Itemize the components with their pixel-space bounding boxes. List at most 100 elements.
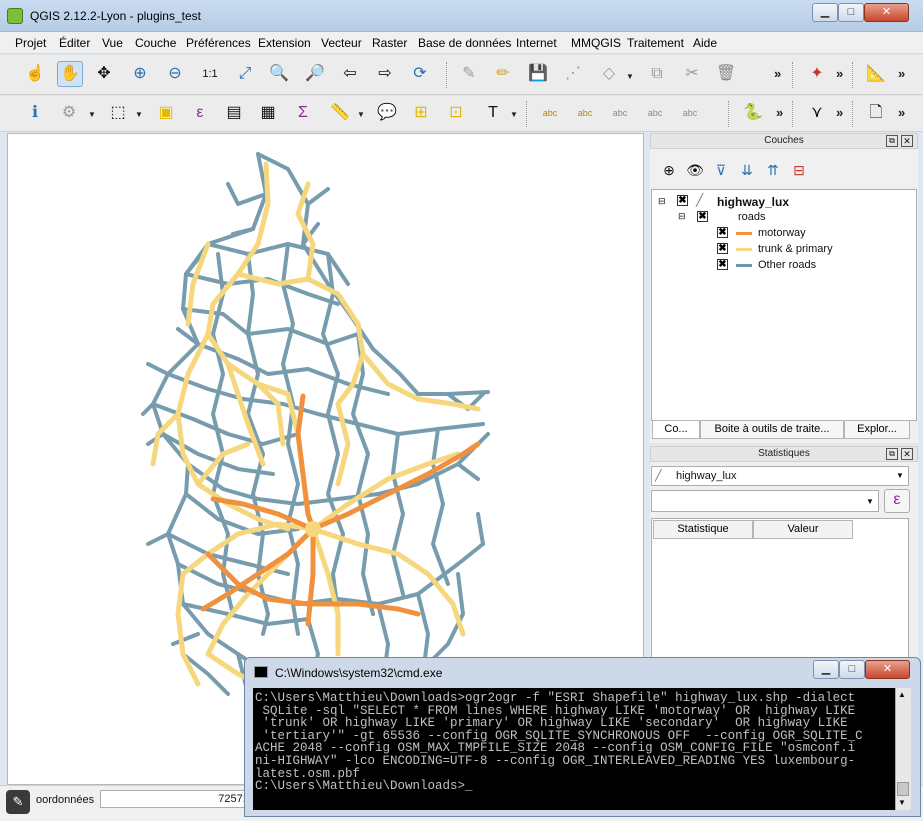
add-vector-layer-icon[interactable]: ⋎ — [804, 100, 830, 126]
undock-icon[interactable]: ⧉ — [886, 448, 898, 460]
run-action-icon[interactable]: ⚙ — [56, 100, 82, 126]
refresh-icon[interactable]: ⟳ — [407, 61, 433, 87]
trash-icon[interactable]: 🗑 — [713, 61, 739, 87]
coordinate-field[interactable]: 725710 — [100, 790, 260, 808]
close-button[interactable]: ✕ — [864, 3, 909, 22]
console-output[interactable]: C:\Users\Matthieu\Downloads>ogr2ogr -f "… — [253, 688, 895, 810]
legend-motorway[interactable]: motorway — [758, 227, 806, 239]
cut-features-icon[interactable]: ✂ — [679, 61, 705, 87]
menu-mmqgis[interactable]: MMQGIS — [571, 36, 621, 50]
primary-checkbox[interactable]: ✖ — [717, 243, 728, 254]
select-features-icon[interactable]: ⬚ — [105, 100, 131, 126]
new-project-icon[interactable]: 🗋 — [863, 100, 889, 126]
tab-processing-toolbox[interactable]: Boite à outils de traite... — [700, 420, 844, 439]
save-edits-icon[interactable]: 💾 — [525, 61, 551, 87]
menu-traitement[interactable]: Traitement — [627, 36, 684, 50]
tab-browser[interactable]: Explor... — [844, 420, 910, 439]
motorway-checkbox[interactable]: ✖ — [717, 227, 728, 238]
zoom-full-icon[interactable]: ⤢ — [232, 61, 258, 87]
column-valeur[interactable]: Valeur — [753, 520, 853, 539]
menu-editer[interactable]: Éditer — [59, 36, 90, 50]
cmd-window[interactable]: C:\Windows\system32\cmd.exe ▁ □ ✕ C:\Use… — [244, 657, 921, 817]
move-label-icon[interactable]: abc — [642, 100, 668, 126]
legend-trunk-primary[interactable]: trunk & primary — [758, 243, 833, 255]
select-by-expression-icon[interactable]: ε — [187, 100, 213, 126]
zoom-next-icon[interactable]: ⇨ — [372, 61, 398, 87]
maximize-button[interactable]: □ — [838, 3, 864, 22]
expand-all-icon[interactable]: ⇊ — [734, 157, 760, 183]
cmd-maximize-button[interactable]: □ — [839, 660, 865, 679]
dropdown-arrow-icon[interactable]: ▼ — [135, 110, 143, 119]
menu-extension[interactable]: Extension — [258, 36, 311, 50]
menu-raster[interactable]: Raster — [372, 36, 407, 50]
toolbar-overflow-icon-3[interactable]: » — [898, 66, 905, 81]
new-bookmark-icon[interactable]: ⊞ — [408, 100, 434, 126]
roads-checkbox[interactable]: ✖ — [697, 211, 708, 222]
messages-icon[interactable]: ✎ — [6, 790, 30, 814]
dropdown-arrow-icon[interactable]: ▼ — [510, 110, 518, 119]
collapse-toggle-icon[interactable]: ⊟ — [678, 211, 686, 222]
text-annotation-icon[interactable]: T — [480, 100, 506, 126]
add-group-icon[interactable]: ⊕ — [656, 157, 682, 183]
toolbar-overflow-icon-2[interactable]: » — [836, 66, 843, 81]
cmd-close-button[interactable]: ✕ — [865, 660, 910, 679]
dropdown-arrow-icon[interactable]: ▼ — [626, 72, 634, 81]
show-hide-labels-icon[interactable]: abc — [607, 100, 633, 126]
visibility-eye-icon[interactable]: 👁 — [682, 157, 708, 183]
menu-projet[interactable]: Projet — [15, 36, 46, 50]
measure-line-icon[interactable]: 📏 — [327, 100, 353, 126]
node-tool-icon[interactable]: ◇ — [596, 61, 622, 87]
field-calculator-icon[interactable]: ▦ — [255, 100, 281, 126]
zoom-last-icon[interactable]: ⇦ — [337, 61, 363, 87]
field-select[interactable]: ▼ — [651, 490, 879, 512]
current-edits-icon[interactable]: ✎ — [456, 61, 482, 87]
pan-icon[interactable]: ✋ — [57, 61, 83, 87]
scroll-up-icon[interactable]: ▲ — [898, 690, 906, 699]
roads-label[interactable]: roads — [738, 211, 766, 223]
column-statistique[interactable]: Statistique — [653, 520, 753, 539]
deselect-icon[interactable]: ▣ — [153, 100, 179, 126]
menu-base-de-donnees[interactable]: Base de données — [418, 36, 511, 50]
attribute-table-icon[interactable]: ▤ — [221, 100, 247, 126]
menu-vue[interactable]: Vue — [102, 36, 123, 50]
layer-name[interactable]: highway_lux — [717, 195, 789, 209]
menu-internet[interactable]: Internet — [516, 36, 557, 50]
zoom-out-icon[interactable]: ⊖ — [162, 61, 188, 87]
toolbar-overflow-icon-4[interactable]: » — [776, 105, 783, 120]
tab-couches[interactable]: Co... — [652, 420, 700, 439]
identify-icon[interactable]: ℹ — [22, 100, 48, 126]
console-scrollbar[interactable]: ▲ ▼ — [895, 688, 911, 810]
pin-labels-icon[interactable]: abc — [572, 100, 598, 126]
map-tips-icon[interactable]: 💬 — [374, 100, 400, 126]
minimize-button[interactable]: ▁ — [812, 3, 838, 22]
remove-layer-icon[interactable]: ⊟ — [786, 157, 812, 183]
dropdown-arrow-icon[interactable]: ▼ — [357, 110, 365, 119]
rotate-label-icon[interactable]: abc — [677, 100, 703, 126]
toolbar-overflow-icon-5[interactable]: » — [836, 105, 843, 120]
legend-other-roads[interactable]: Other roads — [758, 259, 816, 271]
collapse-toggle-icon[interactable]: ⊟ — [658, 196, 666, 207]
toolbar-overflow-icon[interactable]: » — [774, 66, 781, 81]
statistics-sum-icon[interactable]: Σ — [290, 100, 316, 126]
cmd-minimize-button[interactable]: ▁ — [813, 660, 839, 679]
zoom-to-selection-icon[interactable]: 🔍 — [266, 61, 292, 87]
show-bookmarks-icon[interactable]: ⊡ — [443, 100, 469, 126]
menu-couche[interactable]: Couche — [135, 36, 176, 50]
toolbar-overflow-icon-6[interactable]: » — [898, 105, 905, 120]
menu-vecteur[interactable]: Vecteur — [321, 36, 362, 50]
zoom-to-layer-icon[interactable]: 🔎 — [302, 61, 328, 87]
undock-icon[interactable]: ⧉ — [886, 135, 898, 147]
collapse-all-icon[interactable]: ⇈ — [760, 157, 786, 183]
python-console-icon[interactable]: 🐍 — [740, 100, 766, 126]
scroll-thumb[interactable] — [897, 782, 909, 796]
layer-select[interactable]: ╱ highway_lux ▼ — [651, 466, 909, 486]
close-panel-icon[interactable]: ✕ — [901, 135, 913, 147]
close-panel-icon[interactable]: ✕ — [901, 448, 913, 460]
add-feature-icon[interactable]: ⋰ — [560, 61, 586, 87]
label-icon[interactable]: abc — [537, 100, 563, 126]
filter-icon[interactable]: ⊽ — [708, 157, 734, 183]
menu-aide[interactable]: Aide — [693, 36, 717, 50]
touch-icon[interactable]: ☝ — [22, 61, 48, 87]
zoom-actual-size-icon[interactable]: 1:1 — [197, 61, 223, 87]
expression-button[interactable]: ε — [884, 489, 910, 513]
